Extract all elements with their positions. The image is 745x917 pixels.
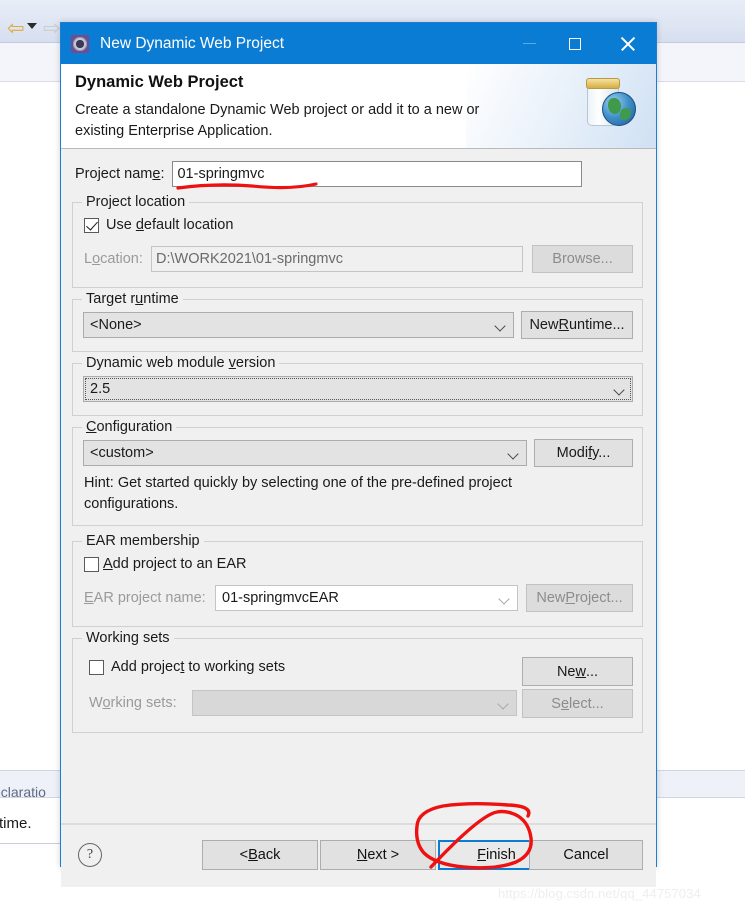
project-name-input[interactable]: 01-springmvc [172,161,583,187]
add-project-to-working-sets-label: Add project to working sets [111,659,286,675]
dialog-header: Dynamic Web Project Create a standalone … [61,64,656,149]
ear-membership-group: EAR membership Add project to an EAR EAR… [72,533,643,627]
working-sets-group-title: Working sets [82,630,174,646]
checkbox-icon [84,217,99,233]
cancel-button[interactable]: Cancel [529,840,643,870]
target-runtime-group: Target runtime <None> New Runtime... [72,291,643,352]
dynamic-web-module-version-combo[interactable]: 2.5 [83,376,633,402]
ear-membership-group-title: EAR membership [82,533,204,549]
csdn-watermark: https://blog.csdn.net/qq_44757034 [498,886,701,901]
checkbox-icon [89,659,104,675]
dialog-titlebar[interactable]: New Dynamic Web Project [61,23,656,64]
new-runtime-button[interactable]: New Runtime... [521,311,633,339]
target-runtime-group-title: Target runtime [82,291,183,307]
ide-bg-text-line-2: time. [0,815,32,832]
chevron-down-icon [499,700,507,708]
target-runtime-combo[interactable]: <None> [83,312,514,338]
use-default-location-checkbox[interactable]: Use default location [84,217,233,233]
jar-lid [586,78,620,89]
new-dynamic-web-project-dialog: New Dynamic Web Project Dynamic Web Proj… [60,22,657,887]
project-name-label: Project name: [75,166,165,182]
new-working-set-button[interactable]: Ne w... [522,657,633,686]
select-working-set-button: Se lect... [522,689,633,718]
configuration-value: <custom> [90,445,154,461]
project-location-group: Project location Use default location Lo… [72,194,643,288]
eclipse-gear-icon [71,34,89,53]
page-title: Dynamic Web Project [75,73,244,91]
close-icon [620,36,635,51]
project-location-group-title: Project location [82,194,190,210]
configuration-group-title: Configuration [82,419,177,435]
dialog-title: New Dynamic Web Project [100,34,285,52]
globe-icon [602,92,636,126]
ear-project-name-value: 01-springmvcEAR [222,590,339,606]
ear-project-name-combo: 01-springmvcEAR [215,585,518,611]
configuration-combo[interactable]: <custom> [83,440,527,466]
working-sets-combo [192,690,517,716]
dynamic-web-module-version-group: Dynamic web module version 2.5 [72,355,643,416]
chevron-down-icon [500,595,508,603]
next-button[interactable]: Next > [320,840,436,870]
add-project-to-ear-label: Add project to an EAR [103,556,247,572]
location-input: D:\WORK2021\01-springmvc [151,246,523,272]
footer-separator [61,824,656,825]
minimize-icon [522,42,536,45]
project-name-row: Project name: 01-springmvc [75,161,643,187]
close-button[interactable] [604,23,650,64]
back-arrow-icon[interactable]: ⇦ [7,18,25,39]
chevron-down-icon [615,386,623,394]
working-sets-label: Working sets: [89,695,177,711]
use-default-location-label: Use default location [106,217,234,233]
add-project-to-working-sets-checkbox[interactable]: Add project to working sets [89,659,285,675]
configuration-group: Configuration <custom> Modi f y... Hint: G… [72,419,643,526]
help-question-icon[interactable]: ? [78,843,102,867]
modify-button[interactable]: Modi f y... [534,439,633,467]
location-label: Location: [84,251,143,267]
configuration-hint-line-1: Hint: Get started quickly by selecting o… [84,475,512,491]
page-description-line-2: existing Enterprise Application. [75,123,273,139]
minimize-button[interactable] [506,23,552,64]
forward-arrow-icon[interactable]: ⇨ [43,18,61,39]
dynamic-web-module-version-group-title: Dynamic web module version [82,355,280,371]
new-project-button: New Project... [526,584,633,612]
add-project-to-ear-checkbox[interactable]: Add project to an EAR [84,556,246,572]
maximize-icon [569,37,581,50]
chevron-down-icon [509,450,517,458]
working-sets-group: Working sets Add project to working sets… [72,630,643,733]
web-project-jar-globe-icon [578,72,640,134]
configuration-hint-line-2: configurations. [84,496,179,512]
page-description-line-1: Create a standalone Dynamic Web project … [75,102,480,118]
ide-bg-divider [0,843,60,844]
chevron-down-icon [496,322,504,330]
dynamic-web-module-version-value: 2.5 [90,381,111,397]
target-runtime-value: <None> [90,317,142,333]
ear-project-name-label: EAR project name: [84,590,206,606]
dialog-footer: ? < Back Next > Finish Cancel [61,823,656,887]
back-button[interactable]: < Back [202,840,318,870]
dropdown-caret-icon[interactable] [27,23,37,29]
browse-button: Browse... [532,245,633,273]
dialog-content: Project name: 01-springmvc Project locat… [61,149,656,823]
ide-bg-text-line-1: eclaratio [0,784,46,800]
checkbox-icon [84,556,99,572]
maximize-button[interactable] [552,23,598,64]
